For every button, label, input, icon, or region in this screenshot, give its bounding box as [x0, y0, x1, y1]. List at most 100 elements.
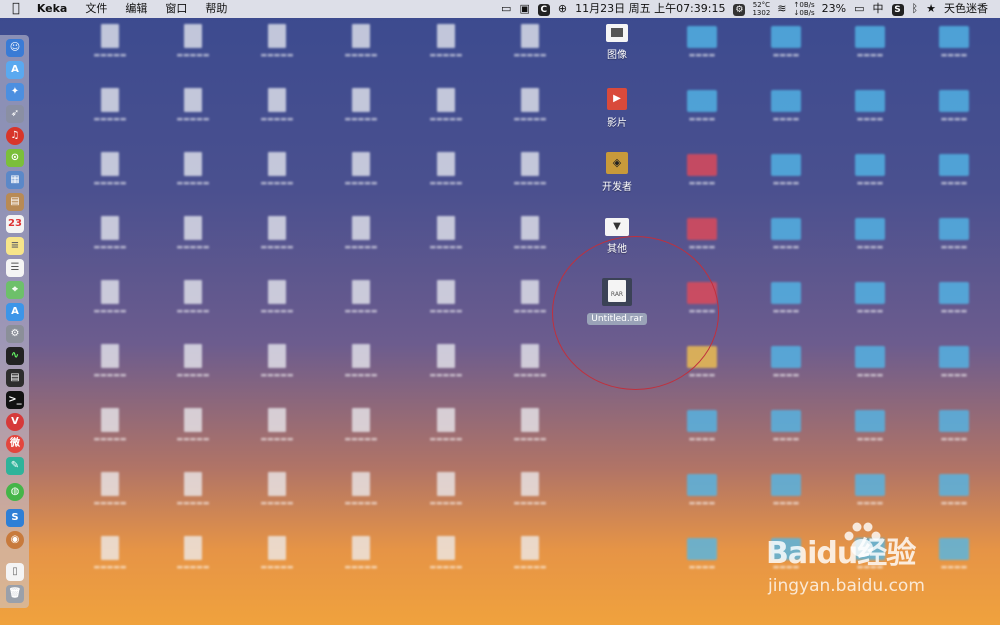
menu-window[interactable]: 窗口 — [156, 0, 196, 18]
s-dock-app-icon[interactable]: S — [6, 509, 24, 527]
blurred-label: ▬▬▬▬▬ — [93, 563, 127, 571]
dmg-file-icon — [184, 280, 202, 304]
notes-icon[interactable]: ≡ — [6, 237, 24, 255]
watermark-url: jingyan.baidu.com — [768, 576, 925, 596]
trash-icon[interactable]: 🗑 — [6, 585, 24, 603]
blurred-label: ▬▬▬▬ — [856, 435, 884, 443]
blurred-label: ▬▬▬▬▬ — [260, 243, 294, 251]
battery-percent[interactable]: 23% — [818, 0, 850, 18]
maps-icon[interactable]: ⌖ — [6, 281, 24, 299]
reminders-icon[interactable]: ☰ — [6, 259, 24, 277]
dmg-file-icon — [521, 216, 539, 240]
apple-menu-icon[interactable]:  — [0, 0, 28, 18]
wechat-icon[interactable]: ◍ — [6, 483, 24, 501]
blurred-label: ▬▬▬▬ — [940, 371, 968, 379]
dmg-file-icon — [101, 24, 119, 48]
keka-icon[interactable]: ◉ — [6, 531, 24, 549]
preview-icon[interactable]: ▦ — [6, 171, 24, 189]
blurred-label: ▬▬▬▬▬ — [260, 435, 294, 443]
menu-edit[interactable]: 编辑 — [116, 0, 156, 18]
network-speed[interactable]: ↑0B/s ↓0B/s — [791, 1, 818, 17]
menu-file[interactable]: 文件 — [76, 0, 116, 18]
menu-help[interactable]: 帮助 — [196, 0, 236, 18]
clipboard-app-icon[interactable]: C — [534, 0, 554, 18]
vivaldi-icon[interactable]: V — [6, 413, 24, 431]
netease-music-icon[interactable]: ♫ — [6, 127, 24, 145]
launchpad-icon[interactable]: ➶ — [6, 105, 24, 123]
temperature-readout[interactable]: 52°C 1302 — [749, 1, 773, 17]
battery-icon[interactable]: ▭ — [850, 0, 868, 18]
globe-icon[interactable]: ⊕ — [554, 0, 571, 18]
blurred-label: ▬▬▬▬▬ — [344, 499, 378, 507]
blurred-file-icon: ▬▬▬▬▬ — [319, 536, 403, 572]
dmg-file-icon — [352, 472, 370, 496]
folder-icon — [939, 282, 969, 304]
dmg-file-icon — [101, 152, 119, 176]
blurred-label: ▬▬▬▬▬ — [344, 371, 378, 379]
blurred-file-icon: ▬▬▬▬▬ — [235, 472, 319, 508]
safari-icon[interactable]: ✦ — [6, 83, 24, 101]
s-app-icon[interactable]: S — [888, 0, 908, 18]
blurred-file-icon: ▬▬▬▬▬ — [235, 280, 319, 316]
desktop-icon-label: 图像 — [607, 50, 627, 61]
desktop-icon-images[interactable]: 图像 — [592, 24, 642, 61]
activity-monitor-icon[interactable]: ∿ — [6, 347, 24, 365]
blurred-file-icon: ▬▬▬▬▬ — [151, 408, 235, 444]
blurred-file-icon: ▬▬▬▬▬ — [319, 24, 403, 60]
weibo-icon[interactable]: 微 — [6, 435, 24, 453]
blurred-label: ▬▬▬▬ — [772, 115, 800, 123]
blurred-folder-icon: ▬▬▬▬ — [828, 90, 912, 124]
dmg-file-icon — [437, 24, 455, 48]
input-method[interactable]: 中 — [869, 0, 888, 18]
app-menu[interactable]: Keka — [28, 0, 77, 18]
dmg-file-icon — [268, 280, 286, 304]
appstore-icon[interactable]: A — [6, 61, 24, 79]
archive-icon[interactable]: ▤ — [6, 193, 24, 211]
store-icon[interactable]: A — [6, 303, 24, 321]
dmg-file-icon — [352, 344, 370, 368]
blurred-file-icon: ▬▬▬▬▬ — [488, 344, 572, 380]
blurred-label: ▬▬▬▬ — [856, 307, 884, 315]
downloads-icon[interactable]: ▯ — [6, 563, 24, 581]
folder-icon — [771, 26, 801, 48]
blurred-folder-icon: ▬▬▬▬ — [744, 154, 828, 188]
dmg-file-icon — [352, 152, 370, 176]
desktop-icon-movies[interactable]: ▶ 影片 — [592, 88, 642, 129]
blurred-file-icon: ▬▬▬▬▬ — [319, 88, 403, 124]
screen-icon[interactable]: ▭ — [497, 0, 515, 18]
desktop-icon-developer[interactable]: ◈ 开发者 — [592, 152, 642, 193]
star-icon[interactable]: ★ — [922, 0, 940, 18]
blurred-folder-icon: ▬▬▬▬ — [912, 218, 996, 252]
android-icon[interactable]: ⊙ — [6, 149, 24, 167]
blurred-label: ▬▬▬▬ — [940, 51, 968, 59]
blurred-folder-icon: ▬▬▬▬ — [744, 90, 828, 124]
blurred-file-icon: ▬▬▬▬▬ — [488, 408, 572, 444]
dmg-file-icon — [268, 408, 286, 432]
wifi-icon[interactable]: ≋ — [773, 0, 790, 18]
blurred-folder-icon: ▬▬▬▬ — [828, 410, 912, 444]
blurred-label: ▬▬▬▬▬ — [429, 307, 463, 315]
pencil-app-icon[interactable]: ✎ — [6, 457, 24, 475]
photo-icon[interactable]: ▣ — [515, 0, 533, 18]
blurred-file-icon: ▬▬▬▬▬ — [404, 216, 488, 252]
folder-icon — [687, 90, 717, 112]
dmg-file-icon — [437, 88, 455, 112]
datetime[interactable]: 11月23日 周五 上午07:39:15 — [571, 0, 729, 18]
user-name[interactable]: 天色迷香 — [940, 0, 992, 18]
finder-icon[interactable]: ☺ — [6, 39, 24, 57]
system-preferences-icon[interactable]: ⚙ — [6, 325, 24, 343]
blurred-folder-icon: ▬▬▬▬ — [912, 154, 996, 188]
blurred-label: ▬▬▬▬▬ — [429, 51, 463, 59]
calendar-icon[interactable]: 23 — [6, 215, 24, 233]
blurred-file-icon: ▬▬▬▬▬ — [235, 88, 319, 124]
folder-icon — [687, 538, 717, 560]
dmg-file-icon — [352, 88, 370, 112]
terminal-icon[interactable]: >_ — [6, 391, 24, 409]
bluetooth-icon[interactable]: ᛒ — [908, 0, 923, 18]
blurred-file-icon: ▬▬▬▬▬ — [488, 24, 572, 60]
dmg-file-icon — [184, 24, 202, 48]
dmg-file-icon — [184, 408, 202, 432]
blurred-label: ▬▬▬▬▬ — [260, 51, 294, 59]
console-icon[interactable]: ▤ — [6, 369, 24, 387]
temperature-app-icon[interactable]: ⚙ — [729, 0, 749, 18]
